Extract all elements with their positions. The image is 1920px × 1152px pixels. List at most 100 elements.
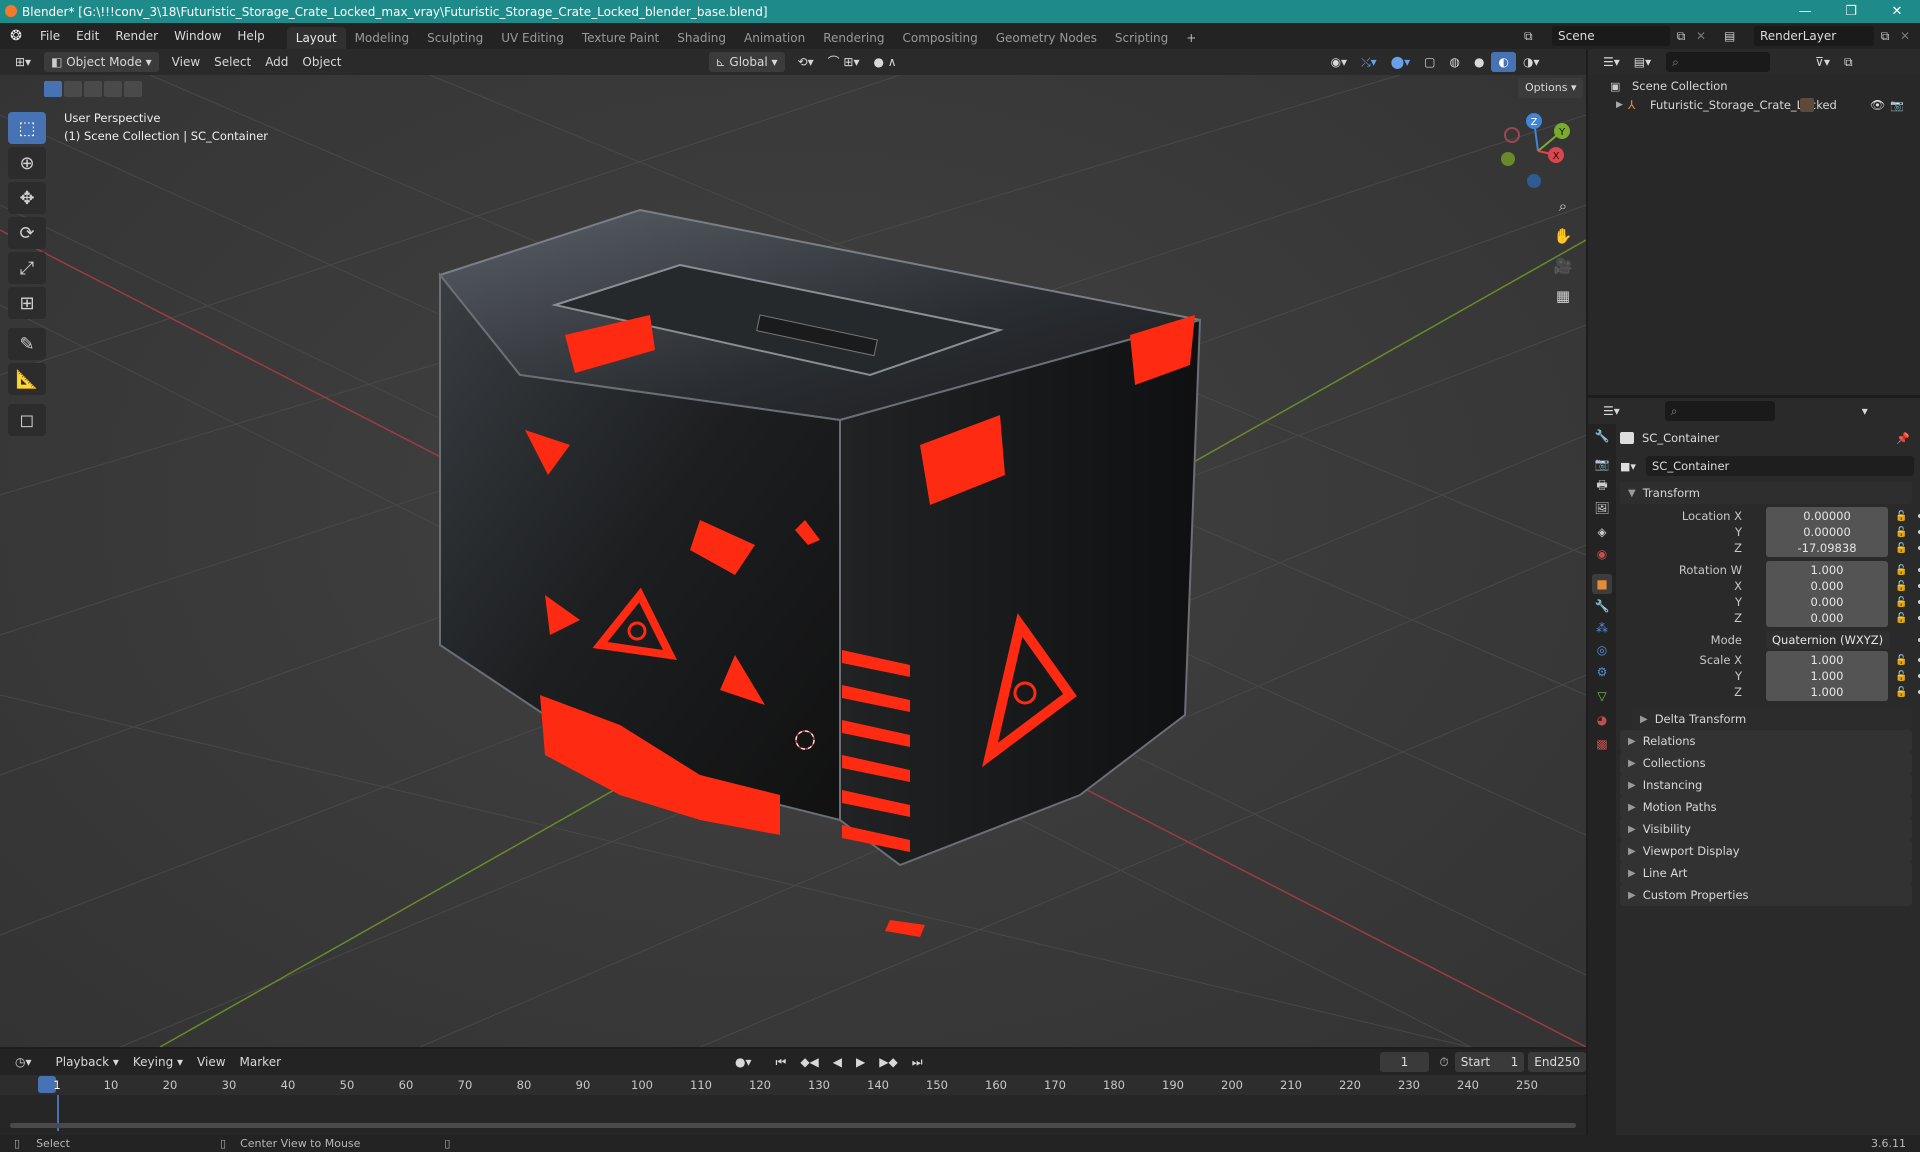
new-collection-icon[interactable]: ⧉ [1837,52,1860,72]
outliner-search-input[interactable]: ⌕ [1666,52,1771,72]
move-tool[interactable]: ✥ [8,182,46,214]
snap-icon[interactable]: ⌒ ⊞▾ [821,52,867,72]
outliner-row-scene-collection[interactable]: ▣ Scene Collection [1588,77,1920,95]
delta-transform-panel[interactable]: ▶ Delta Transform [1632,708,1912,730]
custom-properties-panel[interactable]: ▶ Custom Properties [1620,884,1912,906]
visibility-icon[interactable]: ◉▾ [1324,52,1355,72]
stopwatch-icon[interactable]: ⏱ [1439,1055,1448,1070]
expand-arrow-icon[interactable]: ▶ [1616,100,1628,110]
mode-dropdown[interactable]: ◧ Object Mode ▾ [44,52,159,72]
object-name-field[interactable]: SC_Container [1646,456,1914,476]
pivot-icon[interactable]: ⟲▾ [791,52,821,72]
transform-tool[interactable]: ⊞ [8,287,46,319]
timeline-track-area[interactable] [0,1095,1586,1135]
scene-icon[interactable]: ⧉ [1524,29,1552,44]
add-workspace-button[interactable]: + [1177,27,1205,49]
tab-geometry-nodes[interactable]: Geometry Nodes [987,27,1106,49]
timeline-editor-type-icon[interactable]: ◷▾ [8,1052,39,1072]
select-new-icon[interactable] [44,81,62,97]
scene-new-icon[interactable]: ⧉ [1670,29,1692,44]
jump-start-icon[interactable]: ⏮ [769,1052,794,1072]
play-reverse-icon[interactable]: ◀ [826,1052,849,1072]
rotate-tool[interactable]: ⟳ [8,217,46,249]
collections-panel[interactable]: ▶ Collections [1620,752,1912,774]
modifier-tab-icon[interactable]: 🔧 [1592,596,1612,616]
line-art-panel[interactable]: ▶ Line Art [1620,862,1912,884]
scene-name-field[interactable]: Scene [1552,26,1670,46]
lock-icon[interactable]: 🔓 [1895,655,1907,666]
relations-panel[interactable]: ▶ Relations [1620,730,1912,752]
minimize-button[interactable]: — [1782,0,1828,23]
shading-solid-icon[interactable]: ● [1467,52,1491,72]
zoom-icon[interactable]: ⌕ [1550,193,1576,219]
lock-icon[interactable]: 🔓 [1895,687,1907,698]
proportional-edit-icon[interactable]: ● ∧ [867,52,904,72]
tab-scripting[interactable]: Scripting [1106,27,1177,49]
rotation-z-field[interactable]: 0.000 [1766,609,1888,627]
scale-tool[interactable]: ⤢ [8,252,46,284]
render-camera-icon[interactable]: 📷 [1890,99,1904,112]
lock-icon[interactable]: 🔓 [1895,565,1907,576]
filter-icon[interactable]: ⊽▾ [1808,52,1837,72]
menu-window[interactable]: Window [166,23,229,49]
menu-edit[interactable]: Edit [68,23,107,49]
shading-rendered-icon[interactable]: ◑▾ [1516,52,1547,72]
select-subtract-icon[interactable] [84,81,102,97]
editor-type-icon[interactable]: ⊞▾ [8,52,38,72]
view-layer-tab-icon[interactable]: 🖼 [1592,498,1612,518]
jump-keyframe-forward-icon[interactable]: ▶◆ [872,1052,904,1072]
output-tab-icon[interactable]: 🖶 [1592,476,1612,496]
annotate-tool[interactable]: ✎ [8,328,46,360]
shading-material-icon[interactable]: ◐ [1491,52,1516,72]
render-tab-icon[interactable]: 📷 [1592,454,1612,474]
options-dropdown[interactable]: Options ▾ [1518,78,1584,98]
lock-icon[interactable]: 🔓 [1895,543,1907,554]
lock-icon[interactable]: 🔓 [1895,597,1907,608]
close-button[interactable]: ✕ [1874,0,1920,23]
visibility-panel[interactable]: ▶ Visibility [1620,818,1912,840]
jump-end-icon[interactable]: ⏭ [905,1052,930,1072]
menu-render[interactable]: Render [107,23,166,49]
measure-tool[interactable]: 📐 [8,363,46,395]
texture-tab-icon[interactable]: ▩ [1592,734,1612,754]
render-layer-new-icon[interactable]: ⧉ [1874,29,1896,44]
render-layer-icon[interactable]: ▤ [1724,29,1754,43]
lock-icon[interactable]: 🔓 [1895,671,1907,682]
current-frame-field[interactable]: 1 [1379,1052,1430,1072]
instancing-panel[interactable]: ▶ Instancing [1620,774,1912,796]
menu-object[interactable]: Object [295,52,348,72]
tab-rendering[interactable]: Rendering [814,27,893,49]
crate-model[interactable] [0,75,1586,1047]
lock-icon[interactable]: 🔓 [1895,613,1907,624]
world-tab-icon[interactable]: ◉ [1592,544,1612,564]
jump-keyframe-back-icon[interactable]: ◆◀ [793,1052,825,1072]
outliner-editor-type-icon[interactable]: ☰▾ [1596,52,1627,72]
transform-panel-header[interactable]: ▼ Transform [1620,482,1912,504]
select-intersect-icon[interactable] [124,81,142,97]
maximize-button[interactable]: ❐ [1828,0,1874,23]
tab-animation[interactable]: Animation [735,27,814,49]
scale-z-field[interactable]: 1.000 [1766,683,1888,701]
select-extend-icon[interactable] [64,81,82,97]
hide-eye-icon[interactable]: 👁 [1870,98,1885,112]
navigation-gizmo[interactable]: Z Y X [1498,111,1578,191]
pin-icon[interactable]: 📌 [1896,432,1910,445]
menu-file[interactable]: File [32,23,68,49]
perspective-toggle-icon[interactable]: ▦ [1550,283,1576,309]
keying-menu[interactable]: Keying ▾ [126,1052,190,1072]
properties-search-input[interactable]: ⌕ [1664,401,1775,421]
render-layer-remove-icon[interactable]: ✕ [1896,29,1914,43]
scene-remove-icon[interactable]: ✕ [1692,29,1710,43]
tab-texture-paint[interactable]: Texture Paint [573,27,668,49]
object-tab-icon[interactable]: ■ [1592,574,1612,594]
tab-uv-editing[interactable]: UV Editing [492,27,573,49]
menu-add[interactable]: Add [258,52,295,72]
object-data-icon[interactable] [1800,98,1814,112]
physics-tab-icon[interactable]: ◎ [1592,640,1612,660]
display-mode-icon[interactable]: ▤▾ [1627,52,1658,72]
playback-menu[interactable]: Playback ▾ [49,1052,126,1072]
constraints-tab-icon[interactable]: ⚙ [1592,662,1612,682]
particles-tab-icon[interactable]: ⁂ [1592,618,1612,638]
scene-tab-icon[interactable]: ◈ [1592,522,1612,542]
tab-modeling[interactable]: Modeling [346,27,419,49]
